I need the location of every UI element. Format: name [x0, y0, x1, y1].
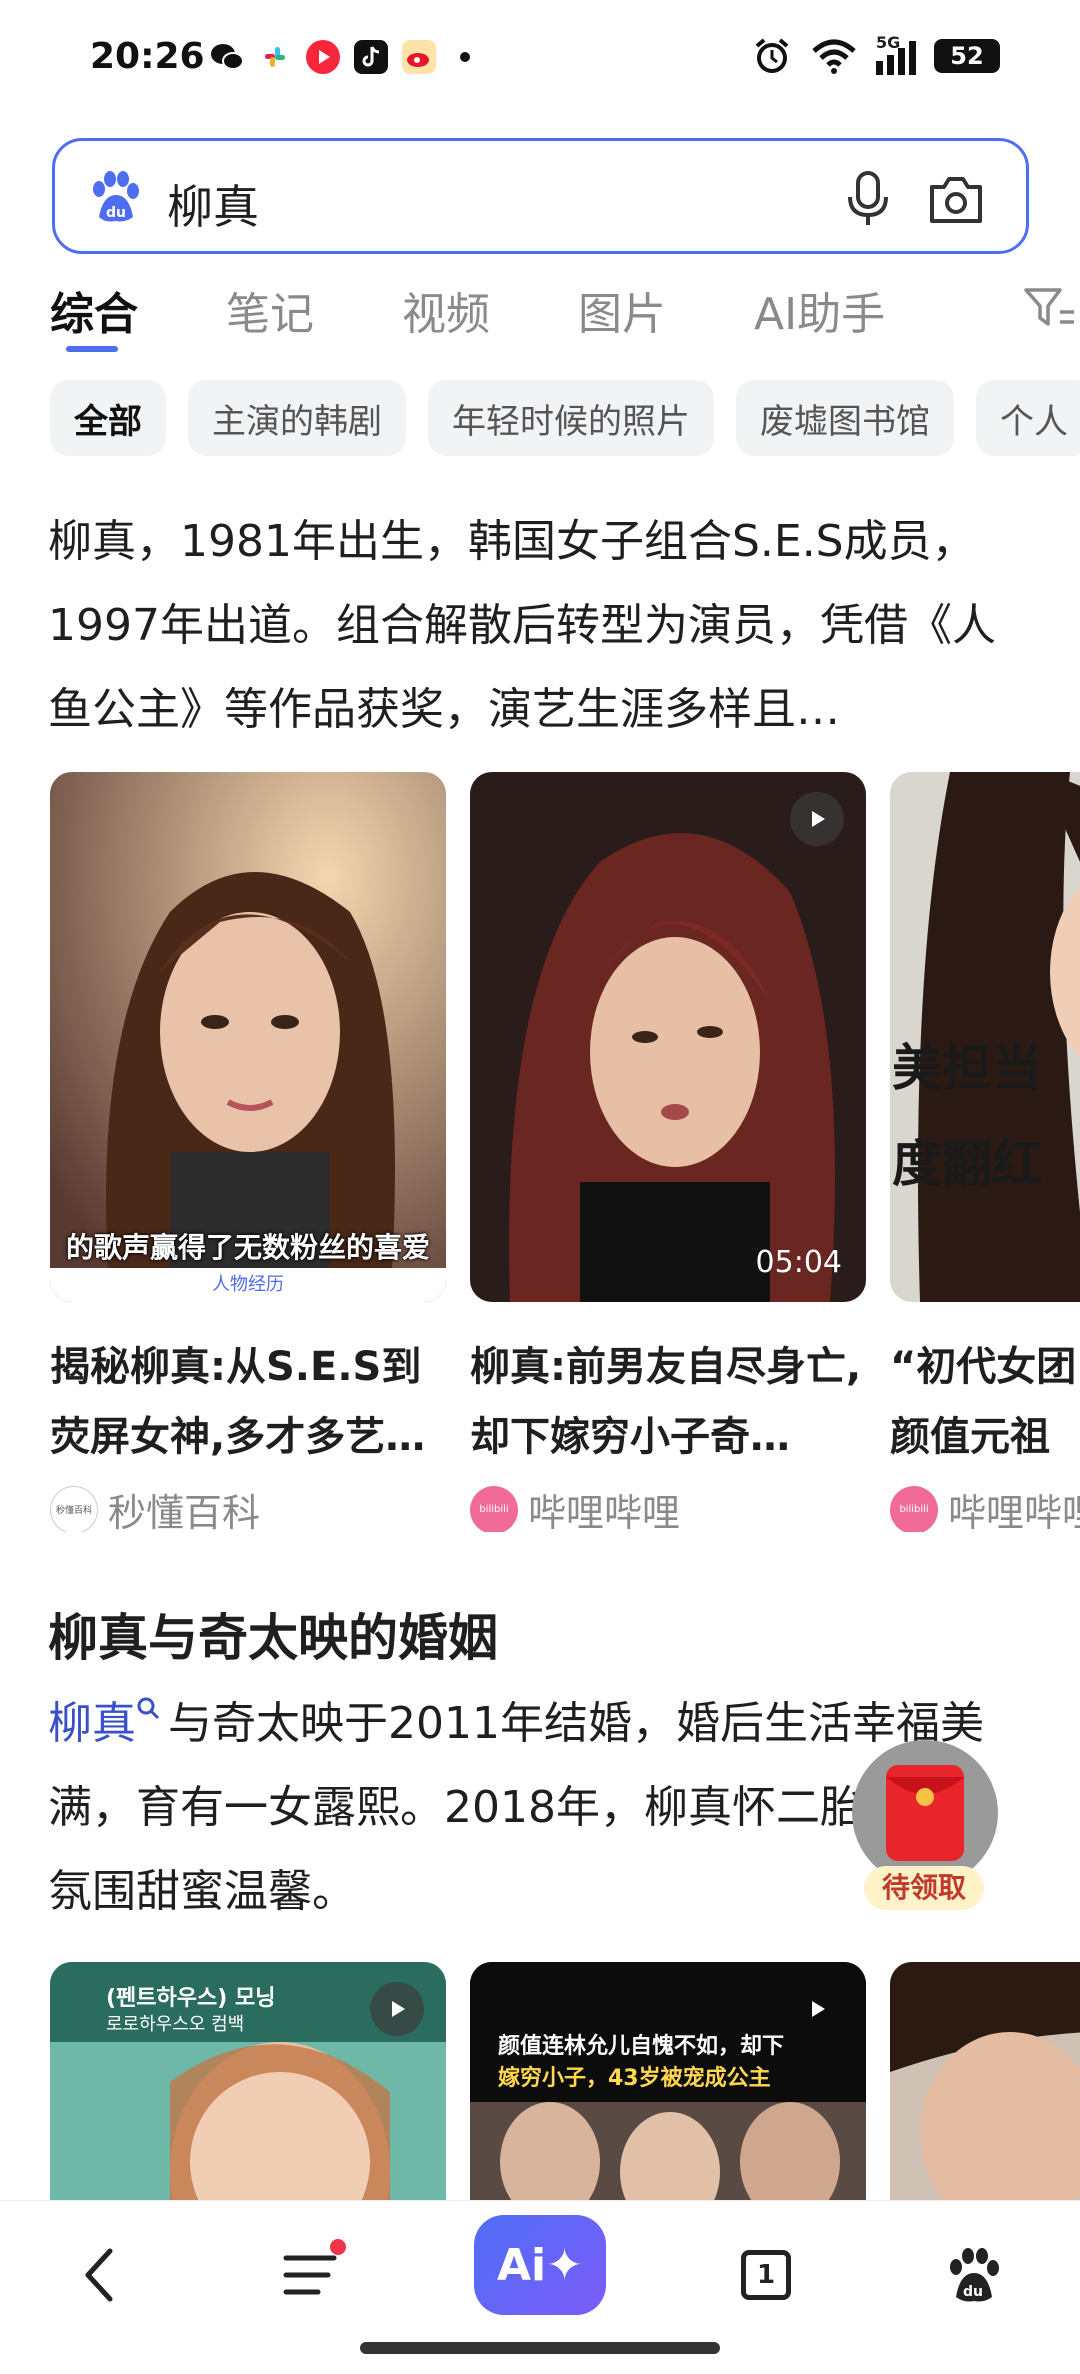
result-card[interactable]: 美担当 度翻红 “初代女团颜值元祖女团S.E.S bilibili 哔哩哔哩: [890, 772, 1080, 1532]
card-thumbnail[interactable]: 颜值连林允儿自愧不如，却下 嫁穷小子，43岁被宠成公主: [470, 1962, 866, 2202]
status-time: 20:26: [90, 36, 205, 77]
battery-indicator: 52: [934, 39, 1000, 73]
home-indicator[interactable]: [360, 2342, 720, 2354]
status-app-icons: [210, 40, 470, 74]
chip-young-photos[interactable]: 年轻时候的照片: [428, 380, 714, 456]
tabs-icon[interactable]: 1: [726, 2235, 806, 2315]
red-envelope-icon[interactable]: [852, 1740, 998, 1886]
music-icon: [306, 40, 340, 74]
card-thumbnail[interactable]: 05:04: [470, 772, 866, 1302]
ai-assistant-button[interactable]: Ai✦: [474, 2215, 606, 2315]
card-source[interactable]: bilibili 哔哩哔哩: [470, 1482, 866, 1532]
card-overlay-text: 颜值连林允儿自愧不如，却下: [498, 2034, 785, 2059]
svg-text:du: du: [106, 205, 126, 221]
red-packet-float[interactable]: 待领取: [850, 1740, 1000, 1910]
menu-icon[interactable]: [270, 2235, 350, 2315]
card-source[interactable]: 秒懂百科 秒懂百科: [50, 1482, 446, 1532]
search-box[interactable]: du 柳真: [52, 138, 1029, 254]
slack-icon: [258, 40, 292, 74]
card-overlay-text: 度翻红: [892, 1135, 1042, 1193]
svg-text:du: du: [963, 2284, 983, 2300]
entity-link[interactable]: 柳真: [48, 1698, 136, 1749]
tab-notes[interactable]: 笔记: [226, 278, 314, 342]
chip-personal[interactable]: 个人: [976, 380, 1080, 456]
card-thumbnail[interactable]: 的歌声赢得了无数粉丝的喜爱 人物经历: [50, 772, 446, 1302]
red-packet-label[interactable]: 待领取: [864, 1866, 984, 1910]
more-dot-icon: [460, 52, 470, 62]
play-icon[interactable]: [370, 1982, 424, 2036]
result-card[interactable]: 的歌声赢得了无数粉丝的喜爱 人物经历 揭秘柳真:从S.E.S到荧屏女神,多才多艺…: [50, 772, 446, 1532]
filter-icon[interactable]: [1020, 278, 1080, 338]
tab-ai-assistant[interactable]: AI助手: [754, 278, 885, 342]
card-badge-sub: 로로하우스오 컴백: [106, 2014, 245, 2035]
status-right: 5G 52: [752, 33, 1000, 76]
weibo-icon: [402, 40, 436, 74]
image-cards-row2: (펜트하우스) 모닝 로로하우스오 컴백 颜值连林允儿自愧不如，却下 嫁穷小子，…: [50, 1962, 1080, 2202]
chip-dramas[interactable]: 主演的韩剧: [188, 380, 406, 456]
voice-search-icon[interactable]: [840, 169, 896, 229]
card-thumbnail[interactable]: (펜트하우스) 모닝 로로하우스오 컴백: [50, 1962, 446, 2202]
card-thumbnail[interactable]: [890, 1962, 1080, 2202]
video-duration: 05:04: [755, 1245, 842, 1280]
chip-ruins-library[interactable]: 废墟图书馆: [736, 380, 954, 456]
intro-summary[interactable]: 柳真，1981年出生，韩国女子组合S.E.S成员，1997年出道。组合解散后转型…: [48, 500, 1033, 752]
baidu-logo-icon: du: [85, 167, 145, 227]
card-overlay-text: 嫁穷小子，43岁被宠成公主: [498, 2066, 771, 2091]
card-thumbnail[interactable]: 美担当 度翻红: [890, 772, 1080, 1302]
signal-icon: 5G: [876, 33, 916, 75]
wifi-icon: [812, 39, 856, 74]
source-name: 哔哩哔哩: [528, 1491, 681, 1532]
baidu-home-icon[interactable]: du: [934, 2235, 1014, 2315]
card-title[interactable]: 揭秘柳真:从S.E.S到荧屏女神,多才多艺…: [50, 1332, 446, 1472]
card-sub-caption: 人物经历: [50, 1268, 446, 1302]
card-overlay-text: 美担当: [892, 1039, 1042, 1097]
entity-search-icon[interactable]: [136, 1696, 162, 1722]
chip-all[interactable]: 全部: [50, 380, 166, 456]
tab-comprehensive[interactable]: 综合: [50, 278, 138, 352]
result-tabs: 综合 笔记 视频 图片 AI助手: [50, 278, 1080, 358]
tab-images[interactable]: 图片: [578, 278, 666, 342]
back-icon[interactable]: [60, 2235, 140, 2315]
suggestion-chips: 全部 主演的韩剧 年轻时候的照片 废墟图书馆 个人: [50, 380, 1080, 456]
result-card[interactable]: 05:04 柳真:前男友自尽身亡,却下嫁穷小子奇… bilibili 哔哩哔哩: [470, 772, 866, 1532]
source-avatar: bilibili: [890, 1485, 938, 1532]
search-query[interactable]: 柳真: [167, 171, 259, 237]
network-type: 5G: [876, 33, 901, 52]
source-avatar: bilibili: [470, 1485, 518, 1532]
card-badge: (펜트하우스) 모닝: [106, 1986, 276, 2011]
wechat-icon: [210, 40, 244, 74]
card-caption: 的歌声赢得了无数粉丝的喜爱: [65, 1231, 430, 1264]
notification-dot: [330, 2239, 346, 2255]
tiktok-icon: [354, 40, 388, 74]
card-title[interactable]: 柳真:前男友自尽身亡,却下嫁穷小子奇…: [470, 1332, 866, 1472]
status-bar: 20:26 5G 52: [0, 0, 1080, 120]
image-cards: 的歌声赢得了无数粉丝的喜爱 人物经历 揭秘柳真:从S.E.S到荧屏女神,多才多艺…: [50, 772, 1080, 1532]
source-name: 秒懂百科: [108, 1491, 261, 1532]
play-icon[interactable]: [790, 792, 844, 846]
camera-search-icon[interactable]: [926, 171, 986, 227]
section-title: 柳真与奇太映的婚姻: [48, 1609, 498, 1667]
alarm-icon: [755, 38, 789, 73]
tab-count: 1: [741, 2250, 791, 2300]
card-title[interactable]: “初代女团颜值元祖女团S.E.S: [890, 1332, 1080, 1472]
source-avatar: 秒懂百科: [50, 1485, 98, 1532]
play-icon[interactable]: [790, 1982, 844, 2036]
tab-videos[interactable]: 视频: [402, 278, 490, 342]
source-name: 哔哩哔哩: [948, 1491, 1080, 1532]
card-source[interactable]: bilibili 哔哩哔哩: [890, 1482, 1080, 1532]
